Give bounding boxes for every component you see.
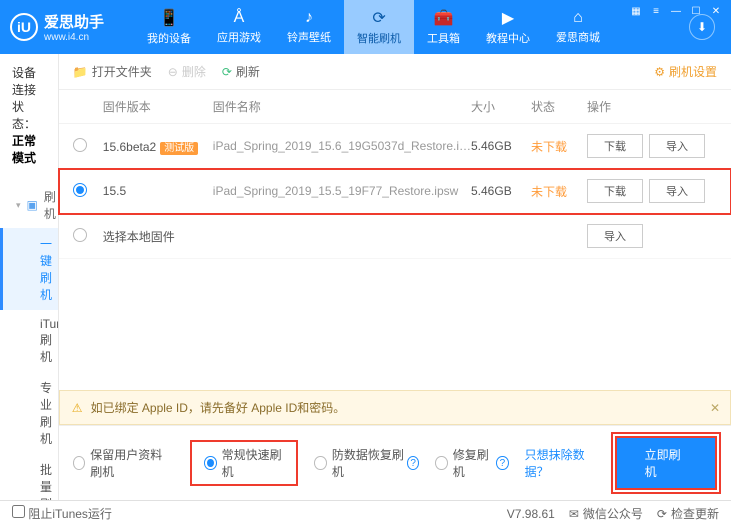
music-icon: ♪ [305, 9, 313, 27]
tab-ringtones[interactable]: ♪铃声壁纸 [274, 0, 344, 54]
maximize-icon[interactable]: ☐ [687, 4, 705, 18]
refresh-button[interactable]: ⟳刷新 [222, 63, 260, 80]
col-ops: 操作 [587, 98, 717, 115]
wechat-icon: ✉ [569, 507, 579, 521]
brand-name: 爱思助手 [44, 11, 104, 32]
beta-badge: 测试版 [160, 142, 198, 155]
apps-icon: Å [234, 9, 245, 27]
tab-flash[interactable]: ⟳智能刷机 [344, 0, 414, 54]
version-label: V7.98.61 [507, 507, 555, 521]
radio[interactable] [73, 228, 87, 242]
tab-mall[interactable]: ⌂爱思商城 [543, 0, 613, 54]
refresh-icon: ⟳ [222, 65, 232, 79]
folder-icon: 📁 [73, 65, 88, 79]
titlebar: iU 爱思助手 www.i4.cn 📱我的设备 Å应用游戏 ♪铃声壁纸 ⟳智能刷… [0, 0, 731, 54]
tab-apps[interactable]: Å应用游戏 [204, 0, 274, 54]
toolbar: 📁打开文件夹 ⊖删除 ⟳刷新 ⚙刷机设置 [59, 54, 731, 90]
flash-settings-button[interactable]: ⚙刷机设置 [654, 63, 717, 80]
col-version: 固件版本 [103, 98, 213, 115]
mode-fast[interactable]: 常规快速刷机 [204, 446, 284, 480]
sidebar-item-oneclick[interactable]: 一键刷机 [0, 228, 58, 310]
connection-status: 设备连接状态：正常模式 [0, 54, 58, 176]
sidebar-item-itunes[interactable]: iTunes刷机 [0, 310, 58, 372]
flash-now-button[interactable]: 立即刷机 [615, 436, 717, 490]
flash-icon: ▣ [27, 198, 38, 212]
gear-icon: ⚙ [654, 65, 665, 79]
warning-icon: ⚠ [72, 401, 83, 415]
help-icon[interactable]: ? [496, 456, 508, 470]
home-icon: ⌂ [573, 9, 583, 27]
minimize-icon[interactable]: — [667, 4, 685, 18]
sidebar-group-flash[interactable]: ▾▣刷机 [0, 182, 58, 228]
sidebar-item-batch[interactable]: 批量刷机 [0, 454, 58, 500]
radio[interactable] [73, 183, 87, 197]
help-icon[interactable]: ? [407, 456, 419, 470]
chevron-down-icon: ▾ [16, 200, 21, 211]
fw-row[interactable]: 15.5 iPad_Spring_2019_15.5_19F77_Restore… [59, 169, 731, 214]
mode-repair[interactable]: 修复刷机? [435, 446, 508, 480]
phone-icon: 📱 [159, 8, 179, 28]
appleid-warning: ⚠ 如已绑定 Apple ID，请先备好 Apple ID和密码。 ✕ [59, 390, 731, 425]
import-button[interactable]: 导入 [649, 134, 705, 158]
download-button[interactable]: 下载 [587, 179, 643, 203]
flash-modes: 保留用户资料刷机 常规快速刷机 防数据恢复刷机? 修复刷机? 只想抹除数据？ 立… [59, 425, 731, 500]
col-status: 状态 [531, 98, 587, 115]
col-name: 固件名称 [213, 98, 471, 115]
nav-tabs: 📱我的设备 Å应用游戏 ♪铃声壁纸 ⟳智能刷机 🧰工具箱 ▶教程中心 ⌂爱思商城 [134, 0, 689, 54]
brand-url: www.i4.cn [44, 32, 104, 43]
brand: 爱思助手 www.i4.cn [44, 11, 104, 43]
erase-only-link[interactable]: 只想抹除数据？ [525, 446, 599, 480]
sidebar-item-pro[interactable]: 专业刷机 [0, 372, 58, 454]
refresh-icon: ⟳ [372, 8, 385, 28]
close-icon[interactable]: ✕ [707, 4, 725, 18]
mode-anti-recover[interactable]: 防数据恢复刷机? [314, 446, 419, 480]
toolbox-icon: 🧰 [434, 8, 454, 28]
update-icon: ⟳ [657, 507, 667, 521]
tab-tutorials[interactable]: ▶教程中心 [473, 0, 543, 54]
import-button[interactable]: 导入 [587, 224, 643, 248]
main: 📁打开文件夹 ⊖删除 ⟳刷新 ⚙刷机设置 固件版本 固件名称 大小 状态 操作 … [59, 54, 731, 500]
fw-row[interactable]: 15.6beta2测试版 iPad_Spring_2019_15.6_19G50… [59, 124, 731, 169]
play-icon: ▶ [502, 8, 514, 28]
layout-icon[interactable]: ▦ [627, 4, 645, 18]
open-folder-button[interactable]: 📁打开文件夹 [73, 63, 152, 80]
tab-toolbox[interactable]: 🧰工具箱 [414, 0, 473, 54]
window-controls: ▦ ≡ — ☐ ✕ [627, 4, 725, 18]
mode-keep-data[interactable]: 保留用户资料刷机 [73, 446, 174, 480]
radio[interactable] [73, 138, 87, 152]
fw-name: iPad_Spring_2019_15.5_19F77_Restore.ipsw [213, 184, 471, 198]
close-warning-icon[interactable]: ✕ [710, 401, 720, 415]
menu-icon[interactable]: ≡ [647, 4, 665, 18]
app-logo: iU [10, 13, 38, 41]
download-button[interactable]: 下载 [587, 134, 643, 158]
table-header: 固件版本 固件名称 大小 状态 操作 [59, 90, 731, 124]
sidebar: 设备连接状态：正常模式 ▾▣刷机 一键刷机 iTunes刷机 专业刷机 批量刷机… [0, 54, 59, 500]
wechat-link[interactable]: ✉微信公众号 [569, 505, 643, 522]
col-size: 大小 [471, 98, 531, 115]
check-update-link[interactable]: ⟳检查更新 [657, 505, 719, 522]
tab-mydevice[interactable]: 📱我的设备 [134, 0, 204, 54]
import-button[interactable]: 导入 [649, 179, 705, 203]
delete-icon: ⊖ [168, 65, 178, 79]
fw-name: iPad_Spring_2019_15.6_19G5037d_Restore.i… [213, 139, 471, 153]
local-fw-row[interactable]: 选择本地固件 导入 [59, 214, 731, 259]
delete-button: ⊖删除 [168, 63, 206, 80]
footer: 阻止iTunes运行 V7.98.61 ✉微信公众号 ⟳检查更新 [0, 500, 731, 526]
block-itunes-checkbox[interactable]: 阻止iTunes运行 [12, 505, 112, 522]
